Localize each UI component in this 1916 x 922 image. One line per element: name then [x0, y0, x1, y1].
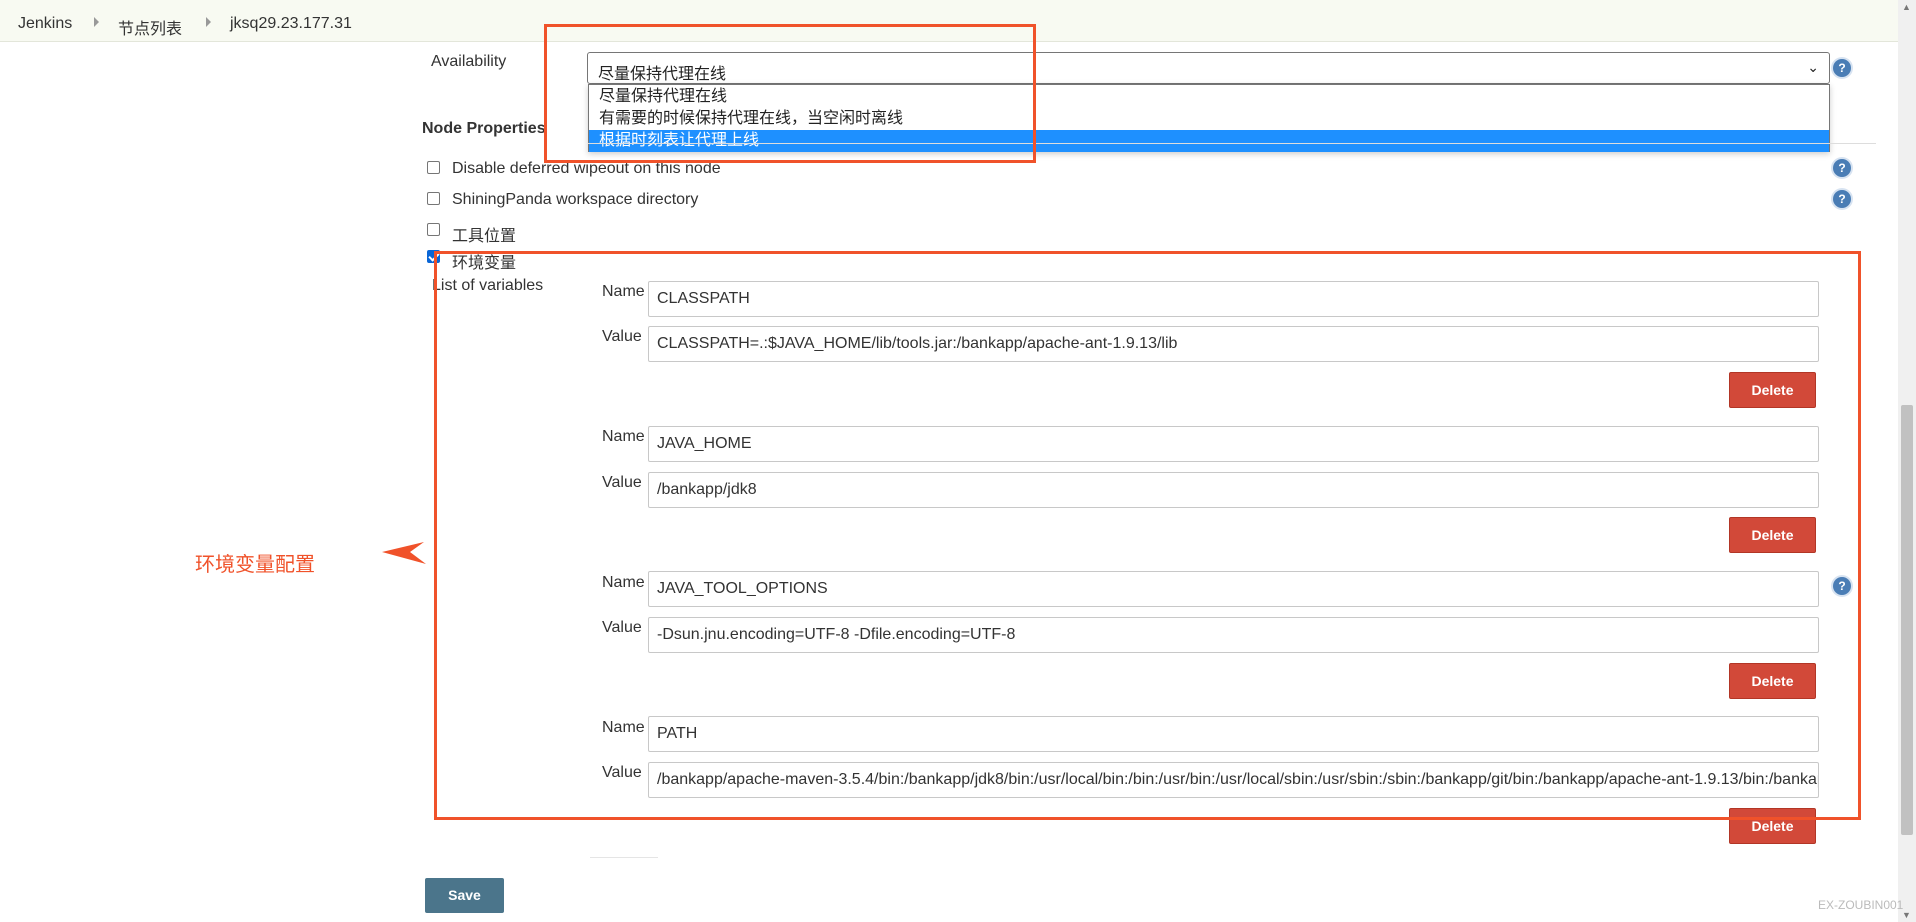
annotation-box-availability [544, 24, 1036, 163]
chevron-down-icon: ⌄ [1807, 59, 1819, 75]
checkbox-label: ShiningPanda workspace directory [452, 191, 699, 208]
scrollbar-thumb[interactable] [1901, 405, 1913, 835]
breadcrumb-separator-icon [94, 17, 99, 27]
save-button[interactable]: Save [425, 878, 504, 913]
checkbox-label: 工具位置 [452, 228, 517, 245]
help-icon[interactable]: ? [1833, 59, 1851, 77]
help-icon[interactable]: ? [1833, 190, 1851, 208]
scroll-up-arrow-icon[interactable]: ▲ [1902, 2, 1911, 12]
breadcrumb-separator-icon [206, 17, 211, 27]
watermark-label: EX-ZOUBIN001 [1818, 898, 1904, 912]
breadcrumb-item-node-list[interactable]: 节点列表 [118, 15, 182, 39]
breadcrumb-item-node[interactable]: jksq29.23.177.31 [230, 15, 352, 33]
checkbox-disable-deferred-wipeout[interactable] [427, 161, 440, 174]
node-properties-title: Node Properties [422, 120, 546, 137]
breadcrumb-item-jenkins[interactable]: Jenkins [18, 15, 72, 33]
checkbox-tool-locations[interactable] [427, 223, 440, 236]
help-icon[interactable]: ? [1833, 159, 1851, 177]
checkbox-shiningpanda-workspace[interactable] [427, 192, 440, 205]
divider [590, 857, 658, 858]
annotation-box-env-vars [434, 251, 1861, 820]
availability-label: Availability [431, 53, 507, 70]
annotation-arrow-icon [382, 542, 426, 564]
annotation-label: 环境变量配置 [195, 554, 315, 576]
